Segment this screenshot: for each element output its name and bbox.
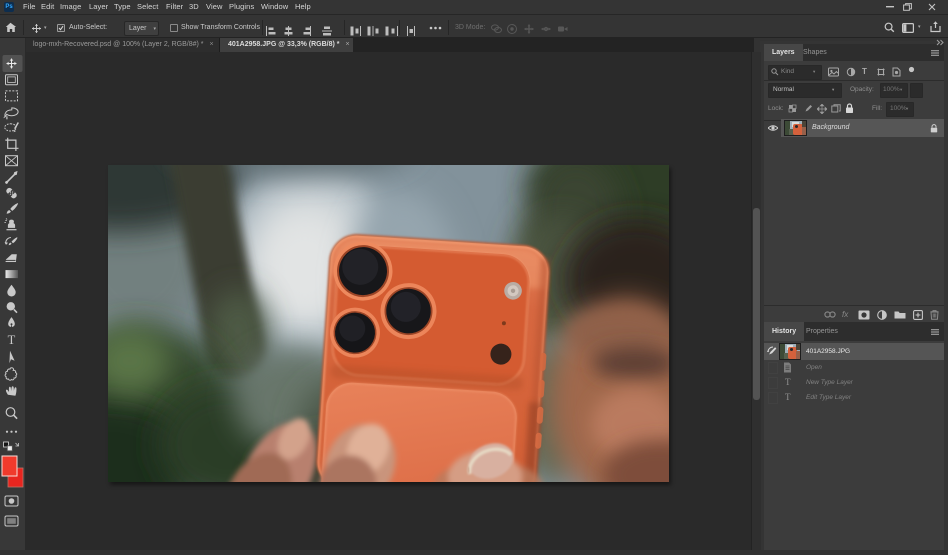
svg-text:T: T: [8, 333, 16, 347]
